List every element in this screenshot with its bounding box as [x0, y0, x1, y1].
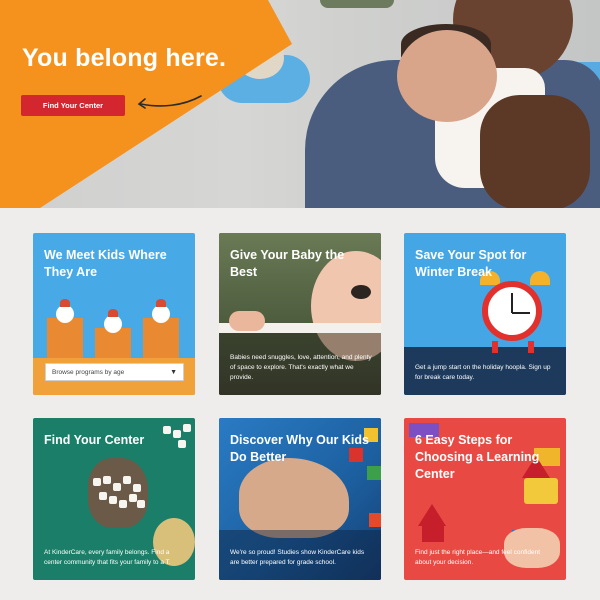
card-give-baby-best[interactable]: Give Your Baby the Best Babies need snug…: [219, 233, 381, 395]
browse-programs-select[interactable]: Browse programs by age ▼: [45, 363, 184, 381]
hero-title: You belong here.: [22, 44, 227, 72]
select-value: Browse programs by age: [52, 368, 125, 376]
hero-banner: You belong here. Find Your Center: [0, 0, 600, 208]
card-title: Save Your Spot for Winter Break: [415, 248, 527, 279]
find-your-center-button[interactable]: Find Your Center: [21, 95, 125, 116]
card-meet-kids[interactable]: We Meet Kids Where They Are Browse progr…: [33, 233, 195, 395]
card-title: 6 Easy Steps for Choosing a Learning Cen…: [415, 433, 540, 481]
card-easy-steps[interactable]: 6 Easy Steps for Choosing a Learning Cen…: [404, 418, 566, 580]
card-find-center[interactable]: Find Your Center At KinderCare, every fa…: [33, 418, 195, 580]
card-description: Get a jump start on the holiday hoopla. …: [415, 364, 551, 381]
card-description: Babies need snuggles, love, attention, a…: [230, 354, 372, 381]
card-description: At KinderCare, every family belongs. Fin…: [44, 549, 171, 566]
sheep-illustration: [88, 458, 148, 528]
card-title: Find Your Center: [44, 433, 145, 447]
card-title: Discover Why Our Kids Do Better: [230, 433, 369, 464]
card-winter-break[interactable]: Save Your Spot for Winter Break Get a ju…: [404, 233, 566, 395]
card-description: Find just the right place—and feel confi…: [415, 549, 541, 566]
card-description: We're so proud! Studies show KinderCare …: [230, 549, 365, 566]
card-title: Give Your Baby the Best: [230, 248, 345, 279]
card-kids-do-better[interactable]: Discover Why Our Kids Do Better We're so…: [219, 418, 381, 580]
arrow-icon: [137, 95, 202, 109]
card-title: We Meet Kids Where They Are: [44, 248, 167, 279]
chevron-down-icon: ▼: [170, 368, 177, 376]
